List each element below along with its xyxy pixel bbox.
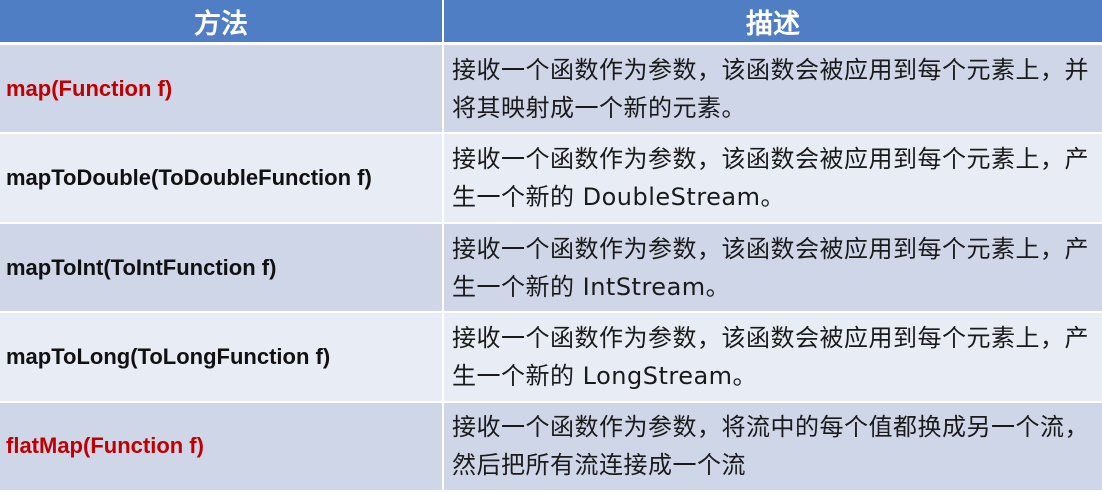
description-cell: 接收一个函数作为参数，将流中的每个值都换成另一个流，然后把所有流连接成一个流 xyxy=(443,401,1102,492)
description-cell: 接收一个函数作为参数，该函数会被应用到每个元素上，并将其映射成一个新的元素。 xyxy=(443,43,1102,135)
table-row: mapToInt(ToIntFunction f) 接收一个函数作为参数，该函数… xyxy=(0,222,1102,314)
column-header-description: 描述 xyxy=(443,0,1102,45)
method-cell: mapToInt(ToIntFunction f) xyxy=(0,222,444,314)
table-header-row: 方法 描述 xyxy=(0,0,1102,45)
table-row: mapToDouble(ToDoubleFunction f) 接收一个函数作为… xyxy=(0,133,1102,224)
description-cell: 接收一个函数作为参数，该函数会被应用到每个元素上，产生一个新的 DoubleSt… xyxy=(443,133,1102,224)
method-cell: mapToDouble(ToDoubleFunction f) xyxy=(0,133,444,224)
column-header-method: 方法 xyxy=(0,0,444,45)
table-row: flatMap(Function f) 接收一个函数作为参数，将流中的每个值都换… xyxy=(0,401,1102,492)
method-cell: mapToLong(ToLongFunction f) xyxy=(0,312,444,403)
description-cell: 接收一个函数作为参数，该函数会被应用到每个元素上，产生一个新的 IntStrea… xyxy=(443,222,1102,314)
method-cell: flatMap(Function f) xyxy=(0,401,444,492)
description-cell: 接收一个函数作为参数，该函数会被应用到每个元素上，产生一个新的 LongStre… xyxy=(443,312,1102,403)
method-cell: map(Function f) xyxy=(0,43,444,135)
table-row: mapToLong(ToLongFunction f) 接收一个函数作为参数，该… xyxy=(0,312,1102,403)
table-row: map(Function f) 接收一个函数作为参数，该函数会被应用到每个元素上… xyxy=(0,43,1102,135)
methods-table: 方法 描述 map(Function f) 接收一个函数作为参数，该函数会被应用… xyxy=(0,0,1102,492)
